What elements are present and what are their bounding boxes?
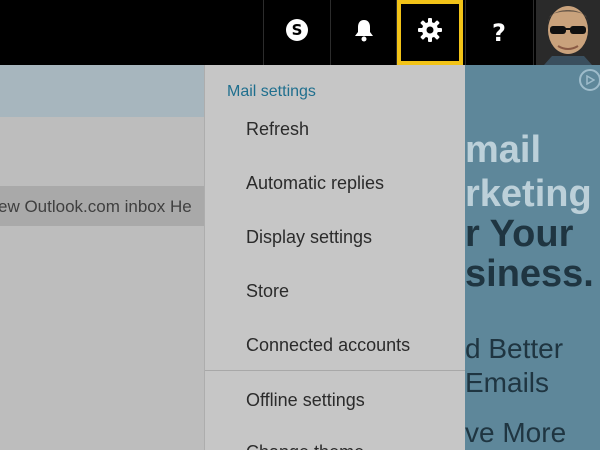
ad-line: rketing bbox=[465, 173, 592, 215]
command-bar bbox=[0, 65, 204, 117]
top-bar: S ? bbox=[0, 0, 600, 65]
ad-choices-icon[interactable] bbox=[579, 69, 600, 91]
message-preview-row[interactable]: ew Outlook.com inbox He bbox=[0, 186, 204, 226]
notifications-button[interactable] bbox=[331, 0, 397, 65]
bell-icon bbox=[353, 18, 375, 47]
ad-line: Emails bbox=[465, 367, 550, 398]
ad-line: siness. bbox=[465, 253, 594, 295]
svg-text:S: S bbox=[292, 21, 303, 39]
avatar[interactable] bbox=[536, 0, 600, 65]
gear-icon bbox=[417, 17, 443, 48]
help-button[interactable]: ? bbox=[466, 0, 532, 65]
ad-line: d Better bbox=[465, 333, 564, 364]
ad-line: r Your bbox=[465, 213, 574, 255]
ad-panel[interactable]: mail rketing r Your siness. d Better Ema… bbox=[465, 65, 600, 450]
help-icon: ? bbox=[492, 18, 506, 47]
menu-item-automatic-replies[interactable]: Automatic replies bbox=[246, 173, 384, 194]
menu-item-change-theme[interactable]: Change theme bbox=[246, 442, 364, 450]
menu-item-display-settings[interactable]: Display settings bbox=[246, 227, 372, 248]
menu-item-offline-settings[interactable]: Offline settings bbox=[246, 390, 365, 411]
menu-item-refresh[interactable]: Refresh bbox=[246, 119, 309, 140]
divider bbox=[533, 0, 534, 65]
message-preview-text: ew Outlook.com inbox He bbox=[0, 197, 192, 216]
settings-button[interactable] bbox=[397, 0, 463, 65]
ad-line: mail bbox=[465, 129, 542, 171]
menu-header: Mail settings bbox=[227, 83, 316, 100]
message-list bbox=[0, 117, 204, 450]
menu-divider bbox=[205, 370, 465, 371]
menu-item-store[interactable]: Store bbox=[246, 281, 289, 302]
skype-icon: S bbox=[285, 18, 309, 47]
ad-line: ve More bbox=[465, 417, 567, 448]
menu-item-connected-accounts[interactable]: Connected accounts bbox=[246, 335, 410, 356]
skype-button[interactable]: S bbox=[264, 0, 330, 65]
settings-menu: Mail settings Refresh Automatic replies … bbox=[204, 65, 465, 450]
